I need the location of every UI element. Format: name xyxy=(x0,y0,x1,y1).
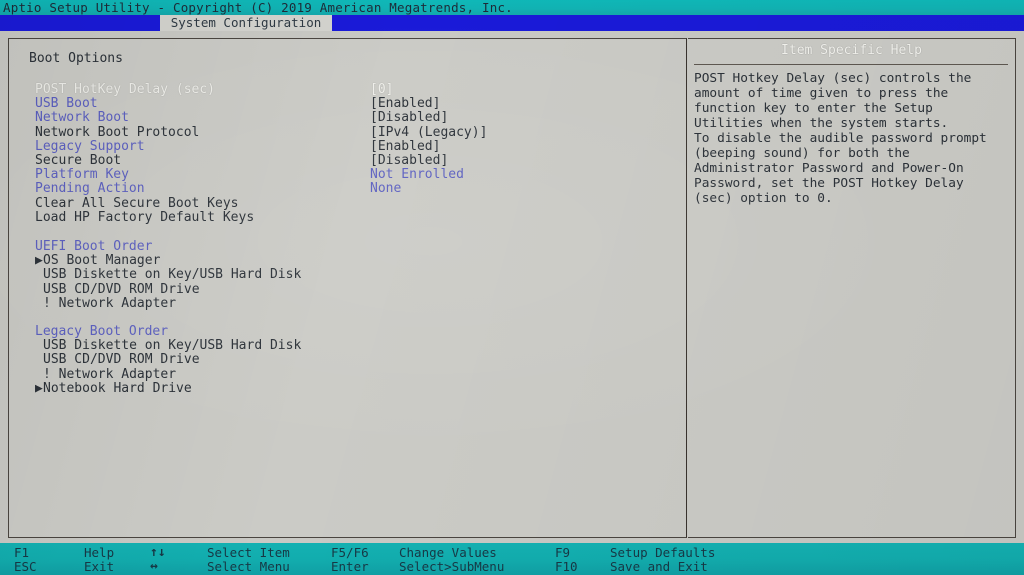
boot-order-item-label: ! Network Adapter xyxy=(43,366,177,382)
option-label: Network Boot xyxy=(35,110,129,126)
footer-key-description: Select Menu xyxy=(207,559,290,574)
bios-setup-screen: Aptio Setup Utility - Copyright (C) 2019… xyxy=(0,0,1024,575)
menu-tab-strip[interactable]: System Configuration xyxy=(0,15,1024,31)
footer-key-description: Save and Exit xyxy=(610,559,708,574)
boot-order-item[interactable]: USB Diskette on Key/USB Hard Disk xyxy=(35,268,301,282)
boot-order-item[interactable]: USB Diskette on Key/USB Hard Disk xyxy=(35,339,301,353)
option-row[interactable]: Platform Key Not Enrolled xyxy=(9,168,686,182)
option-label: Platform Key xyxy=(35,167,129,183)
boot-item-indent xyxy=(35,353,43,367)
footer-key[interactable]: ESC xyxy=(14,560,37,574)
boot-order-item[interactable]: ! Network Adapter xyxy=(35,366,177,382)
option-label: Secure Boot xyxy=(35,153,122,168)
option-row[interactable]: Pending Action None xyxy=(9,182,686,196)
boot-order-item-label: USB Diskette on Key/USB Hard Disk xyxy=(43,338,302,354)
footer-key-description: Help xyxy=(84,545,115,560)
boot-order-item-label: ! Network Adapter xyxy=(43,295,177,311)
option-value[interactable]: [Disabled] xyxy=(370,154,448,168)
option-row[interactable]: Load HP Factory Default Keys xyxy=(9,209,686,225)
help-divider xyxy=(694,64,1008,65)
footer-key-description: Setup Defaults xyxy=(610,545,716,560)
boot-order-item[interactable]: USB CD/DVD ROM Drive xyxy=(35,353,200,367)
option-value[interactable]: [Enabled] xyxy=(370,139,440,154)
option-value[interactable]: [Disabled] xyxy=(370,111,448,125)
boot-order-item[interactable]: ! Network Adapter xyxy=(35,295,177,311)
boot-order-item-label: USB CD/DVD ROM Drive xyxy=(43,352,200,368)
option-label: Network Boot Protocol xyxy=(35,124,200,140)
option-row[interactable]: POST HotKey Delay (sec) [0] xyxy=(9,83,686,97)
footer-key[interactable]: F1 xyxy=(14,546,29,560)
boot-order-item-label: USB Diskette on Key/USB Hard Disk xyxy=(43,267,302,283)
option-value[interactable]: Not Enrolled xyxy=(370,168,464,182)
item-specific-help-panel: Item Specific Help POST Hotkey Delay (se… xyxy=(688,38,1016,538)
footer-key-description: Change Values xyxy=(399,545,497,560)
title-bar: Aptio Setup Utility - Copyright (C) 2019… xyxy=(0,0,1024,15)
option-value[interactable]: None xyxy=(370,182,401,196)
footer-key[interactable]: ↑↓ xyxy=(150,546,166,560)
footer-key[interactable]: F10 xyxy=(555,560,578,574)
option-row[interactable]: USB Boot [Enabled] xyxy=(9,97,686,111)
option-label: Load HP Factory Default Keys xyxy=(35,209,255,225)
function-key-legend: F1 Help ESC Exit ↑↓ Select Item ↔ Select Menu F5… xyxy=(0,543,1024,575)
boot-order-item[interactable]: USB CD/DVD ROM Drive xyxy=(35,281,200,297)
boot-item-indent xyxy=(35,339,43,353)
option-label: USB Boot xyxy=(35,96,98,112)
footer-key[interactable]: F5/F6 xyxy=(331,546,369,560)
footer-key[interactable]: F9 xyxy=(555,546,570,560)
boot-item-indent xyxy=(35,297,43,311)
option-label: Pending Action xyxy=(35,181,145,197)
footer-key-description: Exit xyxy=(84,559,115,574)
option-row[interactable]: Network Boot [Disabled] xyxy=(9,111,686,125)
option-row[interactable]: Legacy Support [Enabled] xyxy=(9,138,686,154)
option-row[interactable]: Clear All Secure Boot Keys xyxy=(9,195,686,211)
help-panel-text: POST Hotkey Delay (sec) controls the amo… xyxy=(694,71,987,206)
footer-key[interactable]: Enter xyxy=(331,560,369,574)
option-value[interactable]: [Enabled] xyxy=(370,97,440,111)
option-row[interactable]: Secure Boot [Disabled] xyxy=(9,154,686,168)
option-value[interactable]: [IPv4 (Legacy)] xyxy=(370,125,487,140)
footer-key[interactable]: ↔ xyxy=(150,560,158,574)
help-panel-title: Item Specific Help xyxy=(781,43,922,58)
option-label: Clear All Secure Boot Keys xyxy=(35,195,239,211)
boot-order-item-label: USB CD/DVD ROM Drive xyxy=(43,281,200,297)
option-label: Legacy Support xyxy=(35,138,145,154)
boot-item-indent xyxy=(35,368,43,382)
expand-arrow-icon: ▶ xyxy=(35,380,43,396)
boot-order-item-label: OS Boot Manager xyxy=(43,253,161,269)
expand-arrow-icon: ▶ xyxy=(35,253,43,269)
boot-item-indent xyxy=(35,268,43,282)
footer-key-description: Select Item xyxy=(207,545,290,560)
boot-item-indent xyxy=(35,283,43,297)
boot-order-item-label: Notebook Hard Drive xyxy=(43,380,192,396)
option-value[interactable]: [0] xyxy=(370,83,393,97)
option-label: POST HotKey Delay (sec) xyxy=(35,82,216,97)
tab-system-configuration[interactable]: System Configuration xyxy=(160,15,332,31)
boot-order-item[interactable]: ▶Notebook Hard Drive xyxy=(35,380,192,396)
option-row[interactable]: Network Boot Protocol [IPv4 (Legacy)] xyxy=(9,124,686,140)
legacy-boot-order-heading: Legacy Boot Order xyxy=(35,324,169,339)
content-area: Boot Options POST HotKey Delay (sec) [0] U… xyxy=(0,31,1024,543)
page-title: Boot Options xyxy=(29,51,123,66)
boot-options-panel: Boot Options POST HotKey Delay (sec) [0] U… xyxy=(8,38,687,538)
boot-order-item[interactable]: ▶OS Boot Manager xyxy=(35,254,160,268)
footer-key-description: Select>SubMenu xyxy=(399,559,505,574)
uefi-boot-order-heading: UEFI Boot Order xyxy=(35,239,153,254)
